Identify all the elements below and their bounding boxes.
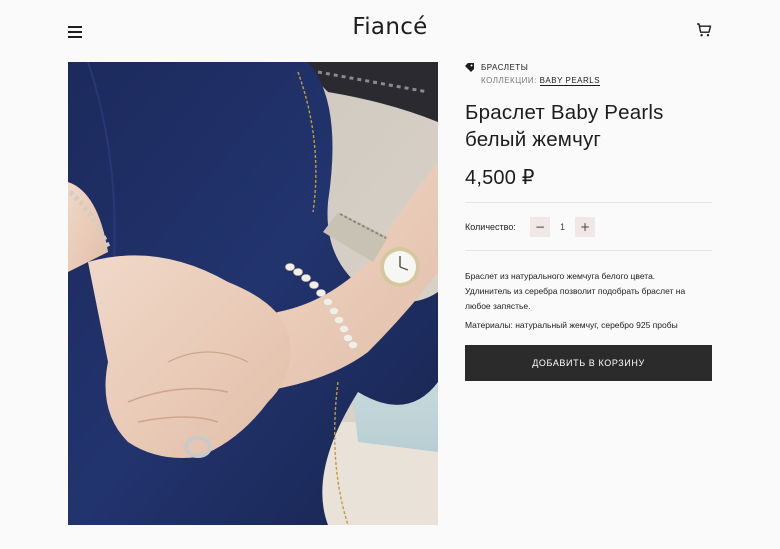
product-photo [68, 62, 438, 525]
product-title-line2: белый жемчуг [465, 128, 602, 151]
quantity-decrease-button[interactable]: − [530, 216, 550, 237]
product-price: 4,500 ₽ [465, 167, 535, 189]
quantity-value: 1 [559, 221, 565, 232]
site-logo[interactable]: Fiancé [0, 14, 780, 40]
product-description: Браслет из натурального жемчуга белого ц… [465, 269, 712, 314]
quantity-selector: Количество: − 1 + [465, 203, 712, 250]
description-line: Удлинитель из серебра позволит подобрать… [465, 286, 686, 296]
tag-icon [465, 62, 474, 72]
product-materials: Материалы: натуральный жемчуг, серебро 9… [465, 320, 678, 330]
product-title-line1: Браслет Baby Pearls [465, 101, 664, 124]
category-label[interactable]: БРАСЛЕТЫ [481, 63, 528, 72]
quantity-label: Количество: [465, 221, 516, 232]
collection-link[interactable]: BABY PEARLS [539, 76, 601, 86]
product-title: Браслет Baby Pearls белый жемчуг [465, 99, 712, 153]
divider [465, 250, 712, 251]
description-line: Браслет из натурального жемчуга белого ц… [465, 271, 656, 281]
category-row[interactable]: БРАСЛЕТЫ [465, 60, 712, 74]
collection-label: КОЛЛЕКЦИИ: [481, 76, 537, 85]
quantity-increase-button[interactable]: + [575, 216, 595, 237]
product-info: БРАСЛЕТЫ КОЛЛЕКЦИИ: BABY PEARLS Браслет … [465, 60, 712, 381]
site-header: Fiancé [0, 0, 780, 62]
collection-row: КОЛЛЕКЦИИ: BABY PEARLS [465, 76, 712, 86]
cart-icon[interactable] [696, 22, 712, 38]
add-to-cart-button[interactable]: ДОБАВИТЬ В КОРЗИНУ [465, 345, 712, 381]
description-line: любое запястье. [465, 301, 531, 311]
